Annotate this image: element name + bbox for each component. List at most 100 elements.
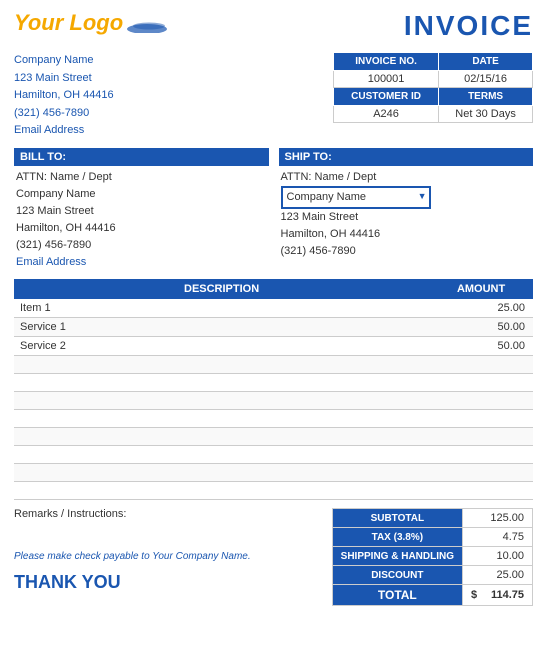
- subtotal-row: SUBTOTAL 125.00: [332, 509, 532, 528]
- bill-ship-section: BILL TO: ATTN: Name / Dept Company Name …: [14, 148, 533, 271]
- logo-area: Your Logo: [14, 10, 167, 36]
- subtotal-value: 125.00: [463, 509, 533, 528]
- table-row: Service 150.00: [14, 318, 533, 337]
- top-section: Company Name 123 Main Street Hamilton, O…: [14, 52, 533, 140]
- item-amount: [429, 428, 533, 446]
- items-table: DESCRIPTION AMOUNT Item 125.00Service 15…: [14, 279, 533, 500]
- date-header: DATE: [439, 53, 533, 71]
- remarks-label: Remarks / Instructions:: [14, 508, 322, 520]
- item-amount: 50.00: [429, 318, 533, 337]
- invoice-info-area: INVOICE NO. DATE 100001 02/15/16 CUSTOME…: [333, 52, 533, 140]
- tax-row: TAX (3.8%) 4.75: [332, 528, 532, 547]
- header: Your Logo INVOICE: [14, 10, 533, 42]
- shipping-value: 10.00: [463, 547, 533, 566]
- item-amount: 25.00: [429, 299, 533, 318]
- customer-id-header: CUSTOMER ID: [334, 88, 439, 106]
- invoice-info-table: INVOICE NO. DATE 100001 02/15/16 CUSTOME…: [333, 52, 533, 123]
- bill-company: Company Name: [14, 186, 269, 203]
- bottom-section: Remarks / Instructions: Please make chec…: [14, 508, 533, 606]
- subtotal-label: SUBTOTAL: [332, 509, 462, 528]
- sender-address2: Hamilton, OH 44416: [14, 87, 114, 105]
- total-row: TOTAL $ 114.75: [332, 585, 532, 606]
- discount-label: DISCOUNT: [332, 566, 462, 585]
- invoice-page: Your Logo INVOICE Company Name 123 Main …: [0, 0, 547, 645]
- discount-row: DISCOUNT 25.00: [332, 566, 532, 585]
- totals-area: SUBTOTAL 125.00 TAX (3.8%) 4.75 SHIPPING…: [332, 508, 533, 606]
- invoice-no-value: 100001: [334, 71, 439, 88]
- ship-company-value: Company Name: [287, 191, 366, 203]
- item-description: [14, 410, 429, 428]
- table-row: [14, 356, 533, 374]
- bill-to-header: BILL TO:: [14, 148, 269, 166]
- check-payable: Please make check payable to Your Compan…: [14, 550, 322, 564]
- table-row: [14, 428, 533, 446]
- terms-header: TERMS: [439, 88, 533, 106]
- item-amount: [429, 356, 533, 374]
- ship-to-block: SHIP TO: ATTN: Name / Dept Company Name …: [279, 148, 534, 271]
- table-row: Service 250.00: [14, 337, 533, 356]
- item-amount: [429, 446, 533, 464]
- thank-you: THANK YOU: [14, 572, 322, 593]
- table-row: [14, 482, 533, 500]
- invoice-title: INVOICE: [404, 10, 533, 42]
- item-description: Service 2: [14, 337, 429, 356]
- table-row: [14, 446, 533, 464]
- tax-value: 4.75: [463, 528, 533, 547]
- terms-value: Net 30 Days: [439, 106, 533, 123]
- shipping-label: SHIPPING & HANDLING: [332, 547, 462, 566]
- totals-table: SUBTOTAL 125.00 TAX (3.8%) 4.75 SHIPPING…: [332, 508, 533, 606]
- total-value-cell: $ 114.75: [463, 585, 533, 606]
- item-amount: [429, 482, 533, 500]
- ship-attn: ATTN: Name / Dept: [279, 169, 534, 186]
- item-amount: [429, 464, 533, 482]
- bill-email: Email Address: [14, 254, 269, 271]
- bill-phone: (321) 456-7890: [14, 237, 269, 254]
- check-payable-name-em: Your Company Name.: [152, 551, 250, 562]
- bill-attn: ATTN: Name / Dept: [14, 169, 269, 186]
- item-amount: [429, 392, 533, 410]
- table-row: [14, 410, 533, 428]
- description-header: DESCRIPTION: [14, 279, 429, 299]
- check-payable-text: Please make check payable to: [14, 551, 150, 562]
- item-description: Item 1: [14, 299, 429, 318]
- bill-to-block: BILL TO: ATTN: Name / Dept Company Name …: [14, 148, 269, 271]
- ship-to-header: SHIP TO:: [279, 148, 534, 166]
- item-description: [14, 446, 429, 464]
- amount-header: AMOUNT: [429, 279, 533, 299]
- date-value: 02/15/16: [439, 71, 533, 88]
- item-amount: [429, 374, 533, 392]
- item-description: [14, 356, 429, 374]
- table-row: [14, 392, 533, 410]
- sender-phone: (321) 456-7890: [14, 105, 114, 123]
- logo-text: Your Logo: [14, 10, 123, 36]
- item-description: [14, 464, 429, 482]
- discount-value: 25.00: [463, 566, 533, 585]
- item-amount: [429, 410, 533, 428]
- tax-label: TAX (3.8%): [332, 528, 462, 547]
- dropdown-arrow-icon: ▼: [418, 190, 427, 204]
- sender-block: Company Name 123 Main Street Hamilton, O…: [14, 52, 114, 140]
- total-dollar-sign: $: [471, 589, 477, 601]
- table-row: Item 125.00: [14, 299, 533, 318]
- sender-company: Company Name: [14, 52, 114, 70]
- item-description: Service 1: [14, 318, 429, 337]
- ship-company-highlighted[interactable]: Company Name ▼: [281, 186, 431, 209]
- ship-phone: (321) 456-7890: [279, 243, 534, 260]
- item-amount: 50.00: [429, 337, 533, 356]
- shipping-row: SHIPPING & HANDLING 10.00: [332, 547, 532, 566]
- table-row: [14, 374, 533, 392]
- item-description: [14, 374, 429, 392]
- bill-address2: Hamilton, OH 44416: [14, 220, 269, 237]
- table-row: [14, 464, 533, 482]
- ship-address2: Hamilton, OH 44416: [279, 226, 534, 243]
- item-description: [14, 428, 429, 446]
- item-description: [14, 482, 429, 500]
- customer-id-value: A246: [334, 106, 439, 123]
- item-description: [14, 392, 429, 410]
- invoice-no-header: INVOICE NO.: [334, 53, 439, 71]
- ship-company: Company Name ▼: [279, 186, 534, 209]
- bill-address1: 123 Main Street: [14, 203, 269, 220]
- sender-address1: 123 Main Street: [14, 70, 114, 88]
- total-value: 114.75: [491, 589, 524, 601]
- logo-swoosh-icon: [127, 19, 167, 33]
